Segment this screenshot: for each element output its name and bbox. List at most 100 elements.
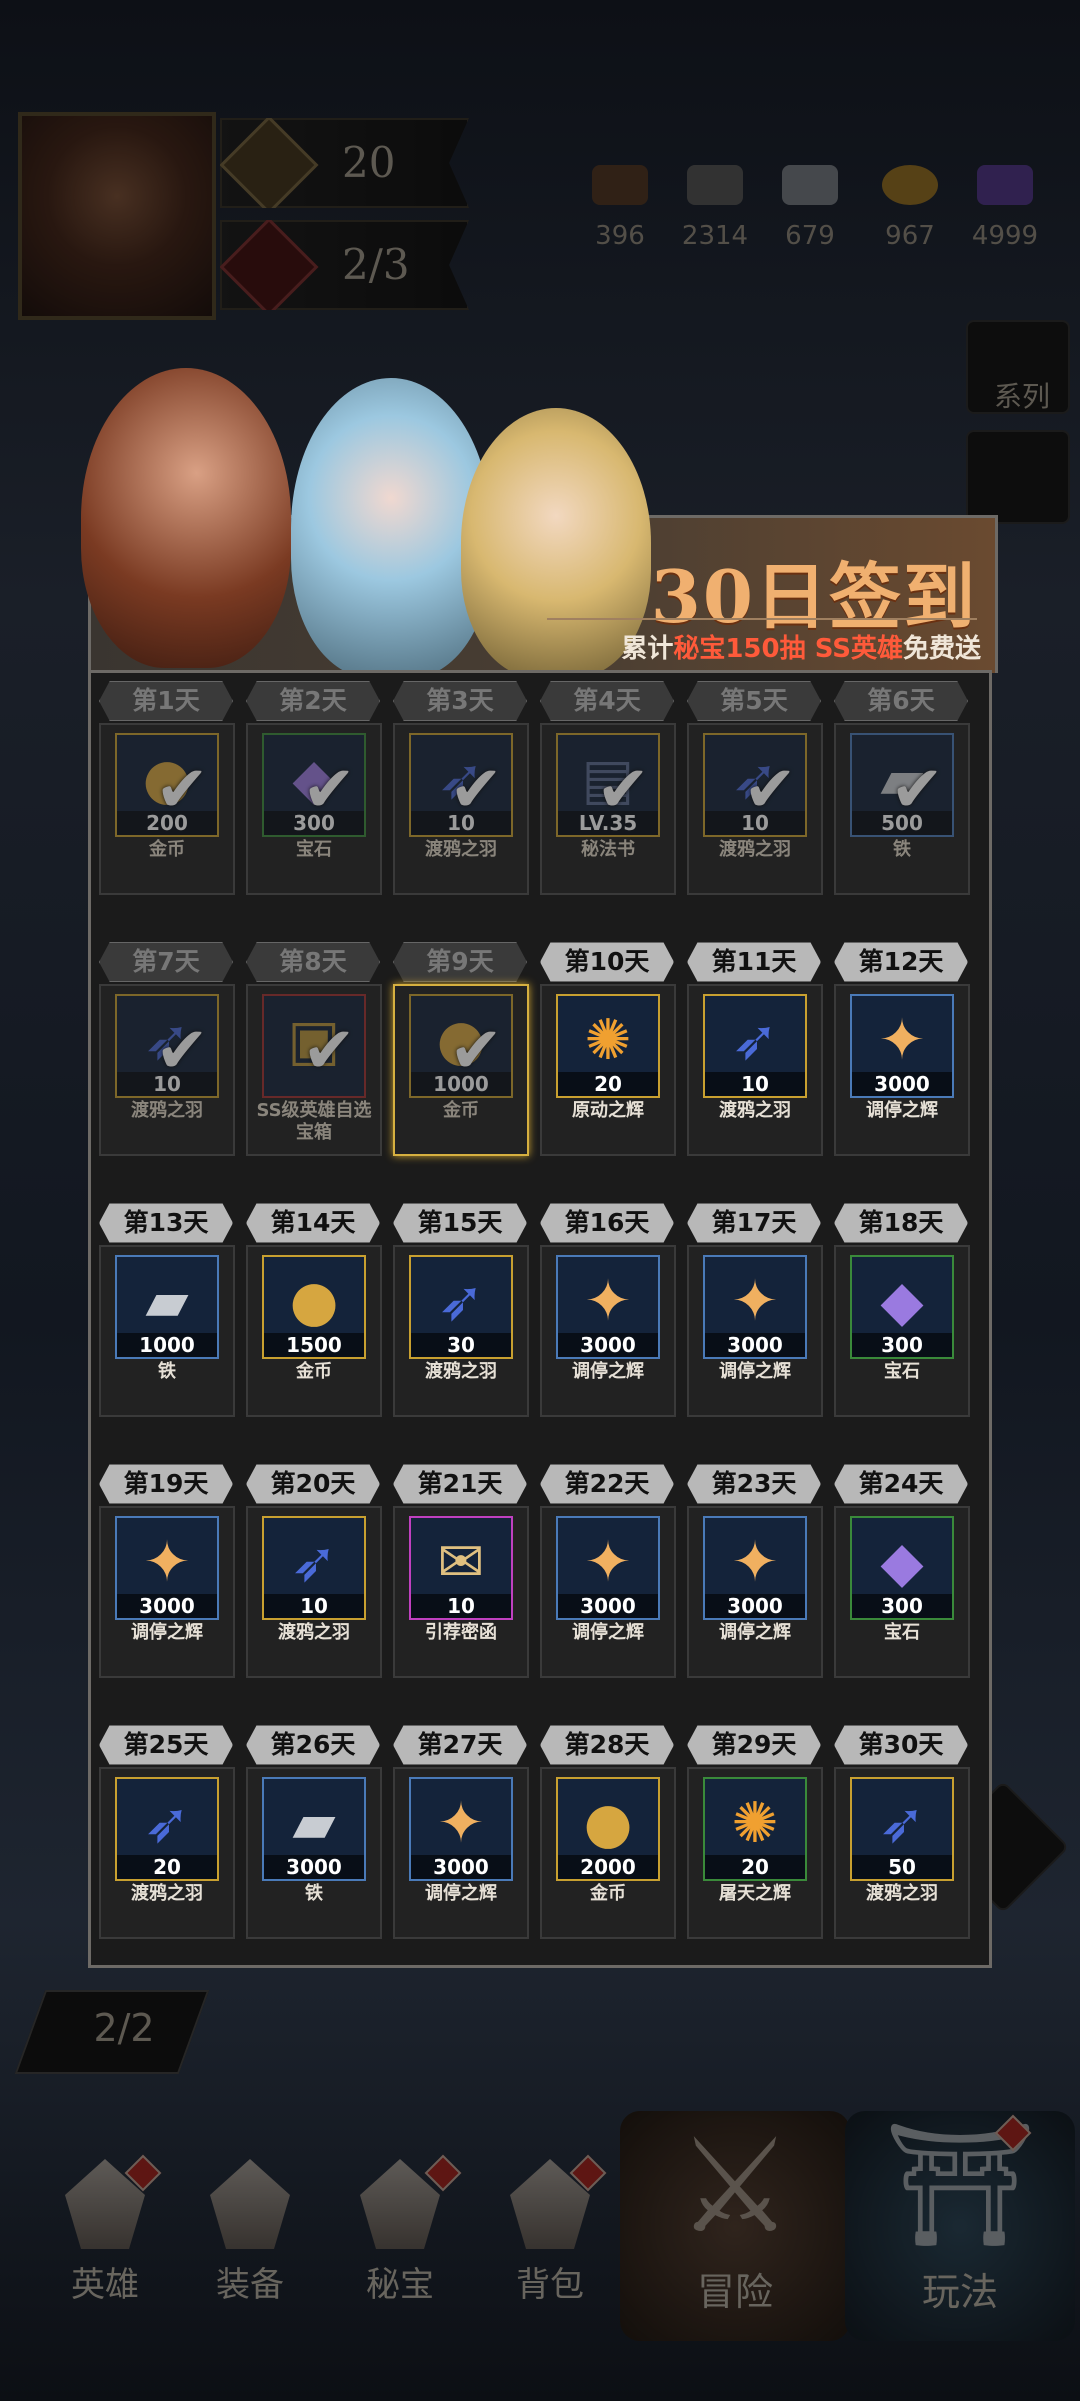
feather-icon: ➶ <box>731 1008 779 1073</box>
day-cell[interactable]: 第7天 ➶ 10 ✔ 渡鸦之羽 <box>99 942 235 1156</box>
day-cell[interactable]: 第28天 ● 2000 金币 <box>540 1725 676 1939</box>
reward-card[interactable]: ✺ 20 屠天之辉 <box>687 1767 823 1939</box>
reward-item: ◆ 300 <box>850 1255 954 1359</box>
day-cell[interactable]: 第30天 ➶ 50 渡鸦之羽 <box>834 1725 970 1939</box>
reward-amount: 10 <box>411 1594 511 1618</box>
reward-card[interactable]: ✦ 3000 调停之辉 <box>540 1245 676 1417</box>
day-cell[interactable]: 第14天 ● 1500 金币 <box>246 1203 382 1417</box>
day-label: 第13天 <box>99 1203 233 1243</box>
reward-card[interactable]: ● 1500 金币 <box>246 1245 382 1417</box>
reward-amount: 50 <box>852 1855 952 1879</box>
nav-play[interactable]: ⛩ 玩法 <box>845 2111 1075 2341</box>
side-menu-button-2[interactable] <box>966 430 1070 524</box>
stone-icon <box>687 165 743 205</box>
day-cell[interactable]: 第16天 ✦ 3000 调停之辉 <box>540 1203 676 1417</box>
scroll-icon: ✉ <box>437 1530 485 1595</box>
nav-adventure-label: 冒险 <box>696 2270 773 2314</box>
day-cell[interactable]: 第20天 ➶ 10 渡鸦之羽 <box>246 1464 382 1678</box>
reward-card[interactable]: ✦ 3000 调停之辉 <box>393 1767 529 1939</box>
reward-card[interactable]: ▰ 1000 铁 <box>99 1245 235 1417</box>
day-cell[interactable]: 第4天 ▤ LV.35 ✔ 秘法书 <box>540 681 676 895</box>
reward-name: 渡鸦之羽 <box>425 839 497 860</box>
day-label: 第11天 <box>687 942 821 982</box>
reward-card[interactable]: ✦ 3000 调停之辉 <box>540 1506 676 1678</box>
day-cell[interactable]: 第10天 ✺ 20 原动之辉 <box>540 942 676 1156</box>
reward-item: ✦ 3000 <box>556 1516 660 1620</box>
iron-icon: ▰ <box>292 1791 336 1856</box>
day-cell[interactable]: 第3天 ➶ 10 ✔ 渡鸦之羽 <box>393 681 529 895</box>
reward-card[interactable]: ◆ 300 宝石 <box>834 1245 970 1417</box>
reward-item: ✦ 3000 <box>409 1777 513 1881</box>
reward-card[interactable]: ➶ 20 渡鸦之羽 <box>99 1767 235 1939</box>
day-cell[interactable]: 第6天 ▰ 500 ✔ 铁 <box>834 681 970 895</box>
reward-card[interactable]: ✦ 3000 调停之辉 <box>99 1506 235 1678</box>
day-cell[interactable]: 第5天 ➶ 10 ✔ 渡鸦之羽 <box>687 681 823 895</box>
reward-card[interactable]: ▣ ✔ SS级英雄自选宝箱 <box>246 984 382 1156</box>
day-cell[interactable]: 第26天 ▰ 3000 铁 <box>246 1725 382 1939</box>
queue-count-value: 2/2 <box>93 2006 155 2050</box>
reward-card[interactable]: ● 200 ✔ 金币 <box>99 723 235 895</box>
reward-card[interactable]: ● 2000 金币 <box>540 1767 676 1939</box>
star-icon: ✦ <box>584 1530 632 1595</box>
day-cell[interactable]: 第15天 ➶ 30 渡鸦之羽 <box>393 1203 529 1417</box>
reward-card[interactable]: ▰ 500 ✔ 铁 <box>834 723 970 895</box>
player-avatar[interactable] <box>18 112 216 320</box>
reward-card[interactable]: ✉ 10 引荐密函 <box>393 1506 529 1678</box>
day-cell[interactable]: 第1天 ● 200 ✔ 金币 <box>99 681 235 895</box>
reward-card[interactable]: ➶ 10 ✔ 渡鸦之羽 <box>393 723 529 895</box>
day-cell[interactable]: 第12天 ✦ 3000 调停之辉 <box>834 942 970 1156</box>
gem-icon <box>977 165 1033 205</box>
reward-card[interactable]: ◆ 300 宝石 <box>834 1506 970 1678</box>
day-cell[interactable]: 第22天 ✦ 3000 调停之辉 <box>540 1464 676 1678</box>
day-cell[interactable]: 第13天 ▰ 1000 铁 <box>99 1203 235 1417</box>
day-label: 第15天 <box>393 1203 527 1243</box>
reward-card[interactable]: ▤ LV.35 ✔ 秘法书 <box>540 723 676 895</box>
day-cell[interactable]: 第8天 ▣ ✔ SS级英雄自选宝箱 <box>246 942 382 1156</box>
day-cell[interactable]: 第21天 ✉ 10 引荐密函 <box>393 1464 529 1678</box>
star-icon: ✦ <box>584 1269 632 1334</box>
reward-item: ✦ 3000 <box>556 1255 660 1359</box>
day-cell[interactable]: 第2天 ◆ 300 ✔ 宝石 <box>246 681 382 895</box>
resource-wood-value: 396 <box>595 221 645 251</box>
reward-card[interactable]: ➶ 10 渡鸦之羽 <box>687 984 823 1156</box>
reward-card[interactable]: ✦ 3000 调停之辉 <box>687 1245 823 1417</box>
reward-card[interactable]: ▰ 3000 铁 <box>246 1767 382 1939</box>
day-cell[interactable]: 第9天 ● 1000 ✔ 金币 <box>393 942 529 1156</box>
day-cell[interactable]: 第19天 ✦ 3000 调停之辉 <box>99 1464 235 1678</box>
day-cell[interactable]: 第11天 ➶ 10 渡鸦之羽 <box>687 942 823 1156</box>
nav-equip[interactable]: 装备 <box>185 2159 315 2306</box>
reward-card[interactable]: ✦ 3000 调停之辉 <box>687 1506 823 1678</box>
day-cell[interactable]: 第29天 ✺ 20 屠天之辉 <box>687 1725 823 1939</box>
reward-card[interactable]: ➶ 50 渡鸦之羽 <box>834 1767 970 1939</box>
day-cell[interactable]: 第23天 ✦ 3000 调停之辉 <box>687 1464 823 1678</box>
nav-hero-label: 英雄 <box>71 2265 139 2305</box>
reward-card[interactable]: ◆ 300 ✔ 宝石 <box>246 723 382 895</box>
reward-card[interactable]: ➶ 10 ✔ 渡鸦之羽 <box>99 984 235 1156</box>
reward-amount: 10 <box>705 1072 805 1096</box>
star-icon: ✦ <box>731 1530 779 1595</box>
reward-amount: 20 <box>117 1855 217 1879</box>
day-label: 第1天 <box>99 681 233 721</box>
reward-card[interactable]: ➶ 10 渡鸦之羽 <box>246 1506 382 1678</box>
reward-card[interactable]: ➶ 10 ✔ 渡鸦之羽 <box>687 723 823 895</box>
reward-name: 渡鸦之羽 <box>131 1883 203 1904</box>
day-label: 第7天 <box>99 942 233 982</box>
resource-gold-value: 967 <box>885 221 935 251</box>
reward-card[interactable]: ➶ 30 渡鸦之羽 <box>393 1245 529 1417</box>
reward-card[interactable]: ✺ 20 原动之辉 <box>540 984 676 1156</box>
day-label: 第14天 <box>246 1203 380 1243</box>
feather-icon: ➶ <box>878 1791 926 1856</box>
reward-card[interactable]: ● 1000 ✔ 金币 <box>393 984 529 1156</box>
star-icon: ✦ <box>731 1269 779 1334</box>
day-cell[interactable]: 第17天 ✦ 3000 调停之辉 <box>687 1203 823 1417</box>
reward-name: 铁 <box>305 1883 323 1904</box>
reward-card[interactable]: ✦ 3000 调停之辉 <box>834 984 970 1156</box>
day-cell[interactable]: 第24天 ◆ 300 宝石 <box>834 1464 970 1678</box>
nav-adventure[interactable]: ⚔ 冒险 <box>620 2111 850 2341</box>
reward-item: ➶ 20 <box>115 1777 219 1881</box>
check-icon: ✔ <box>596 753 650 827</box>
day-cell[interactable]: 第25天 ➶ 20 渡鸦之羽 <box>99 1725 235 1939</box>
reward-item: ▤ LV.35 ✔ <box>556 733 660 837</box>
day-cell[interactable]: 第18天 ◆ 300 宝石 <box>834 1203 970 1417</box>
day-cell[interactable]: 第27天 ✦ 3000 调停之辉 <box>393 1725 529 1939</box>
